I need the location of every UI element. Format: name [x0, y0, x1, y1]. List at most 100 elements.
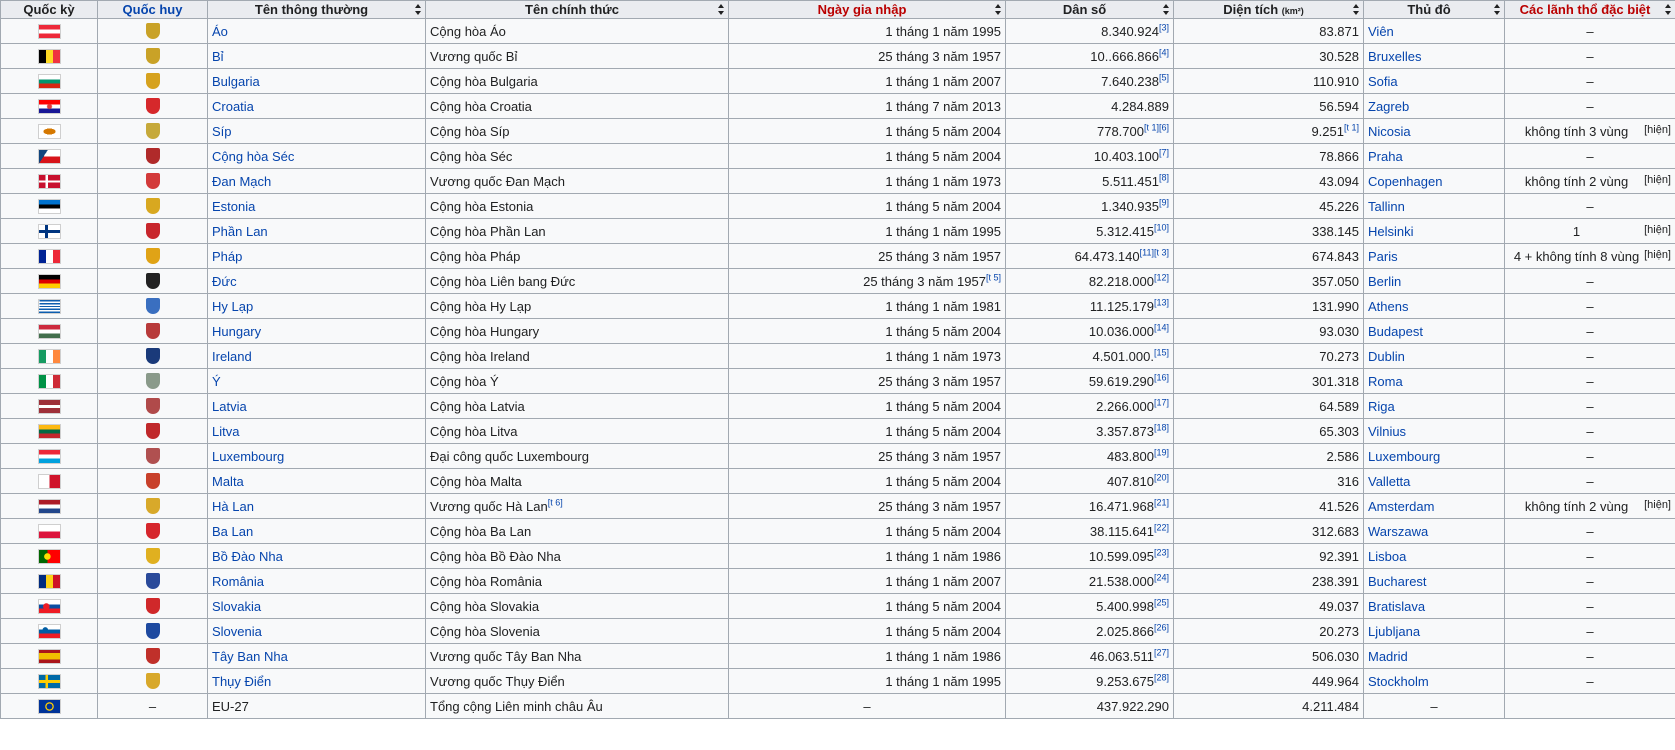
- coat-of-arms-icon[interactable]: [145, 573, 160, 590]
- capital-link[interactable]: Tallinn: [1368, 199, 1405, 214]
- population-ref[interactable]: [26]: [1154, 622, 1169, 632]
- capital-link[interactable]: Bucharest: [1368, 574, 1427, 589]
- population-ref[interactable]: [t 1][6]: [1144, 122, 1169, 132]
- capital-link[interactable]: Roma: [1368, 374, 1403, 389]
- population-ref[interactable]: [3]: [1159, 22, 1169, 32]
- capital-link[interactable]: Warszawa: [1368, 524, 1428, 539]
- capital-link[interactable]: Budapest: [1368, 324, 1423, 339]
- sort-icon[interactable]: [718, 4, 725, 16]
- capital-link[interactable]: Praha: [1368, 149, 1403, 164]
- flag-icon[interactable]: [37, 474, 61, 490]
- flag-icon[interactable]: [37, 674, 61, 690]
- country-link[interactable]: Croatia: [212, 99, 254, 114]
- capital-link[interactable]: Nicosia: [1368, 124, 1411, 139]
- population-ref[interactable]: [18]: [1154, 422, 1169, 432]
- coat-of-arms-icon[interactable]: [145, 198, 160, 215]
- capital-link[interactable]: Amsterdam: [1368, 499, 1434, 514]
- flag-icon[interactable]: [37, 199, 61, 215]
- population-ref[interactable]: [8]: [1159, 172, 1169, 182]
- coat-of-arms-icon[interactable]: [145, 123, 160, 140]
- flag-icon[interactable]: [37, 349, 61, 365]
- header-joined[interactable]: Ngày gia nhập: [728, 0, 1006, 19]
- header-official-name[interactable]: Tên chính thức: [425, 0, 729, 19]
- population-ref[interactable]: [25]: [1154, 597, 1169, 607]
- show-toggle[interactable]: [hiện]: [1644, 124, 1671, 136]
- joined-note[interactable]: [t 5]: [986, 272, 1001, 282]
- show-toggle[interactable]: [hiện]: [1644, 224, 1671, 236]
- coat-of-arms-icon[interactable]: [145, 248, 160, 265]
- capital-link[interactable]: Dublin: [1368, 349, 1405, 364]
- population-ref[interactable]: [27]: [1154, 647, 1169, 657]
- country-link[interactable]: România: [212, 574, 264, 589]
- header-capital[interactable]: Thủ đô: [1363, 0, 1505, 19]
- population-ref[interactable]: [4]: [1159, 47, 1169, 57]
- flag-icon[interactable]: [37, 49, 61, 65]
- population-ref[interactable]: [5]: [1159, 72, 1169, 82]
- sort-icon[interactable]: [1494, 4, 1501, 16]
- coat-of-arms-icon[interactable]: [145, 473, 160, 490]
- country-link[interactable]: Slovenia: [212, 624, 262, 639]
- coat-of-arms-icon[interactable]: [145, 598, 160, 615]
- capital-link[interactable]: Copenhagen: [1368, 174, 1442, 189]
- flag-icon[interactable]: [37, 299, 61, 315]
- capital-link[interactable]: Zagreb: [1368, 99, 1409, 114]
- flag-icon[interactable]: [37, 549, 61, 565]
- country-link[interactable]: Bulgaria: [212, 74, 260, 89]
- header-area[interactable]: Diện tích (km²): [1173, 0, 1364, 19]
- population-ref[interactable]: [7]: [1159, 147, 1169, 157]
- coat-of-arms-icon[interactable]: [145, 298, 160, 315]
- country-link[interactable]: Estonia: [212, 199, 255, 214]
- population-ref[interactable]: [13]: [1154, 297, 1169, 307]
- country-link[interactable]: Latvia: [212, 399, 247, 414]
- country-link[interactable]: Ý: [212, 374, 221, 389]
- population-ref[interactable]: [10]: [1154, 222, 1169, 232]
- sort-icon[interactable]: [1665, 4, 1672, 16]
- population-ref[interactable]: [15]: [1154, 347, 1169, 357]
- coat-of-arms-icon[interactable]: [145, 323, 160, 340]
- capital-link[interactable]: Valletta: [1368, 474, 1410, 489]
- show-toggle[interactable]: [hiện]: [1644, 249, 1671, 261]
- flag-icon[interactable]: [37, 574, 61, 590]
- country-link[interactable]: Đan Mạch: [212, 174, 271, 189]
- show-toggle[interactable]: [hiện]: [1644, 174, 1671, 186]
- coat-of-arms-icon[interactable]: [145, 48, 160, 65]
- capital-link[interactable]: Athens: [1368, 299, 1408, 314]
- capital-link[interactable]: Vilnius: [1368, 424, 1406, 439]
- country-link[interactable]: Áo: [212, 24, 228, 39]
- country-link[interactable]: Hà Lan: [212, 499, 254, 514]
- capital-link[interactable]: Luxembourg: [1368, 449, 1440, 464]
- sort-icon[interactable]: [1353, 4, 1360, 16]
- population-ref[interactable]: [22]: [1154, 522, 1169, 532]
- population-ref[interactable]: [20]: [1154, 472, 1169, 482]
- flag-icon[interactable]: [37, 624, 61, 640]
- country-link[interactable]: Malta: [212, 474, 244, 489]
- country-link[interactable]: Slovakia: [212, 599, 261, 614]
- coat-of-arms-icon[interactable]: [145, 623, 160, 640]
- country-link[interactable]: Bỉ: [212, 49, 224, 64]
- capital-link[interactable]: Stockholm: [1368, 674, 1429, 689]
- country-link[interactable]: Thụy Điển: [212, 674, 271, 689]
- capital-link[interactable]: Madrid: [1368, 649, 1408, 664]
- flag-icon[interactable]: [37, 449, 61, 465]
- capital-link[interactable]: Lisboa: [1368, 549, 1406, 564]
- sort-icon[interactable]: [995, 4, 1002, 16]
- capital-link[interactable]: Bratislava: [1368, 599, 1425, 614]
- coat-of-arms-icon[interactable]: [145, 223, 160, 240]
- coat-of-arms-icon[interactable]: [145, 273, 160, 290]
- coat-of-arms-icon[interactable]: [145, 148, 160, 165]
- country-link[interactable]: Luxembourg: [212, 449, 284, 464]
- population-ref[interactable]: [19]: [1154, 447, 1169, 457]
- area-ref[interactable]: [t 1]: [1344, 122, 1359, 132]
- country-link[interactable]: Hungary: [212, 324, 261, 339]
- country-link[interactable]: Síp: [212, 124, 232, 139]
- coat-of-arms-icon[interactable]: [145, 523, 160, 540]
- capital-link[interactable]: Viên: [1368, 24, 1394, 39]
- country-link[interactable]: Ba Lan: [212, 524, 253, 539]
- flag-icon[interactable]: [37, 224, 61, 240]
- coat-of-arms-icon[interactable]: [145, 173, 160, 190]
- capital-link[interactable]: Ljubljana: [1368, 624, 1420, 639]
- country-link[interactable]: Cộng hòa Séc: [212, 149, 294, 164]
- capital-link[interactable]: Sofia: [1368, 74, 1398, 89]
- country-link[interactable]: Bồ Đào Nha: [212, 549, 283, 564]
- population-ref[interactable]: [17]: [1154, 397, 1169, 407]
